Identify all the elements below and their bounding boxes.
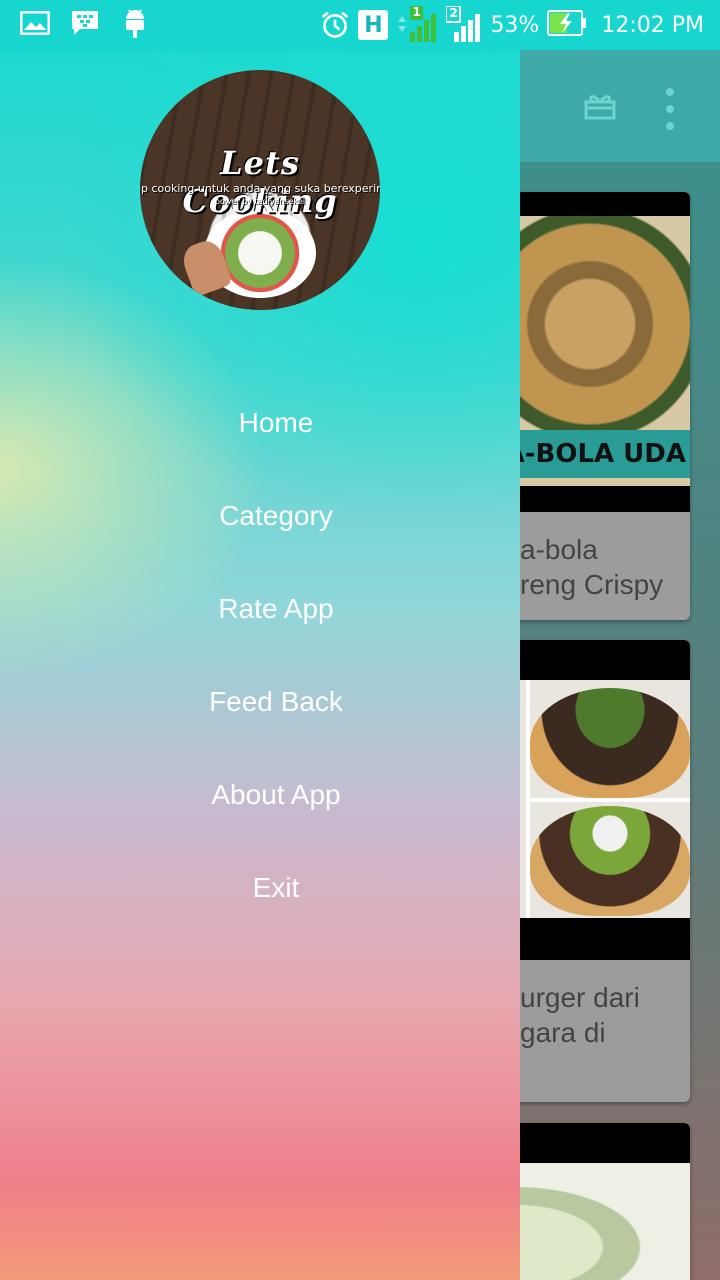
sim1-label: 1 [412, 5, 421, 19]
signal-sim1-icon: 1 [396, 5, 438, 44]
signal-sim2-icon: 2 [445, 5, 482, 44]
menu-item-category[interactable]: Category [0, 469, 520, 562]
battery-charging-icon [547, 10, 587, 40]
gift-icon[interactable] [584, 92, 616, 124]
app-logo: Lets Cooking pp cooking untuk anda yang … [140, 70, 380, 310]
menu-item-exit[interactable]: Exit [0, 841, 520, 934]
logo-power: power by tadiyansekel [214, 197, 306, 206]
navigation-drawer: Lets Cooking pp cooking untuk anda yang … [0, 50, 520, 1280]
battery-percent: 53% [490, 12, 540, 38]
menu-item-feed-back[interactable]: Feed Back [0, 655, 520, 748]
clock: 12:02 PM [601, 12, 704, 38]
android-icon [120, 8, 150, 38]
menu-item-home[interactable]: Home [0, 376, 520, 469]
photo-icon [20, 8, 50, 38]
alarm-icon [320, 10, 350, 40]
network-h-icon: H [358, 10, 389, 40]
logo-subtitle: pp cooking untuk anda yang suka berexper… [140, 182, 380, 195]
menu-item-about-app[interactable]: About App [0, 748, 520, 841]
menu-item-rate-app[interactable]: Rate App [0, 562, 520, 655]
more-vert-icon[interactable] [666, 88, 674, 130]
sim2-label: 2 [449, 6, 458, 20]
status-bar: H 1 2 53% 12:02 PM [0, 0, 720, 50]
drawer-menu: Home Category Rate App Feed Back About A… [0, 376, 520, 934]
bbm-icon [70, 8, 100, 38]
